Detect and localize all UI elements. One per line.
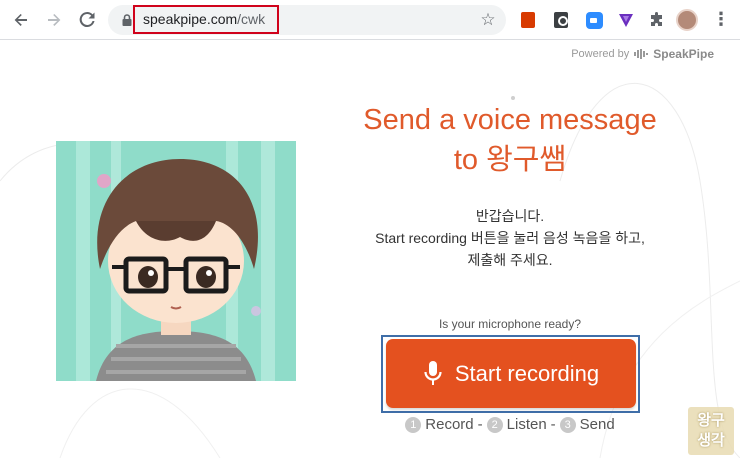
browser-toolbar: speakpipe.com/cwk ☆ ⋮: [0, 0, 740, 40]
powered-by[interactable]: Powered by SpeakPipe: [571, 47, 714, 61]
address-bar[interactable]: speakpipe.com/cwk ☆: [108, 5, 506, 35]
extension-office-icon[interactable]: [518, 10, 538, 30]
recipient-avatar: [56, 141, 296, 381]
step-2-number: 2: [486, 416, 503, 433]
greeting-line-1: 반갑습니다.: [475, 208, 545, 224]
back-icon[interactable]: [9, 8, 33, 32]
mic-ready-prompt: Is your microphone ready?: [438, 317, 582, 331]
speakpipe-logo-icon: [634, 49, 649, 59]
greeting-line-3: 제출해 주세요.: [467, 252, 553, 268]
microphone-icon: [424, 360, 442, 385]
greeting-line-2: Start recording 버튼을 눌러 음성 녹음을 하고,: [375, 230, 645, 246]
start-recording-label: Start recording: [454, 360, 600, 386]
forward-icon[interactable]: [42, 8, 66, 32]
step-2-label: Listen: [506, 416, 547, 433]
watermark-logo: 왕구 생각: [688, 407, 734, 455]
watermark-line-1: 왕구: [697, 411, 725, 429]
extension-v-icon[interactable]: [616, 10, 636, 30]
star-icon[interactable]: ☆: [478, 10, 498, 30]
menu-kebab-icon[interactable]: ⋮: [712, 9, 730, 31]
step-separator: -: [477, 416, 483, 433]
powered-by-brand: SpeakPipe: [653, 47, 714, 61]
steps-indicator: 1 Record - 2 Listen - 3 Send: [330, 416, 690, 433]
title-line-2: to 왕구쌤: [453, 144, 567, 176]
speakpipe-page: Powered by SpeakPipe Send a voice messag…: [0, 41, 740, 458]
url-text[interactable]: speakpipe.com/cwk: [143, 11, 265, 27]
powered-by-label: Powered by: [571, 48, 630, 60]
step-3-label: Send: [579, 416, 615, 433]
greeting-message: 반갑습니다. Start recording 버튼을 눌러 음성 녹음을 하고,…: [330, 205, 690, 271]
title-line-1: Send a voice message: [363, 104, 657, 136]
start-recording-button[interactable]: Start recording: [386, 339, 636, 408]
extension-zoom-icon[interactable]: [584, 10, 604, 30]
url-path: /cwk: [237, 11, 266, 27]
watermark-line-2: 생각: [697, 431, 725, 449]
url-domain: speakpipe.com: [143, 11, 238, 27]
page-title: Send a voice message to 왕구쌤: [330, 100, 690, 180]
step-1-number: 1: [405, 416, 422, 433]
step-separator: -: [550, 416, 556, 433]
reload-icon[interactable]: [75, 8, 99, 32]
extension-key-icon[interactable]: [551, 10, 571, 30]
lock-icon[interactable]: [120, 13, 134, 27]
step-1-label: Record: [425, 416, 474, 433]
extensions-puzzle-icon[interactable]: [647, 10, 667, 30]
profile-avatar[interactable]: [676, 9, 698, 31]
step-3-number: 3: [559, 416, 576, 433]
